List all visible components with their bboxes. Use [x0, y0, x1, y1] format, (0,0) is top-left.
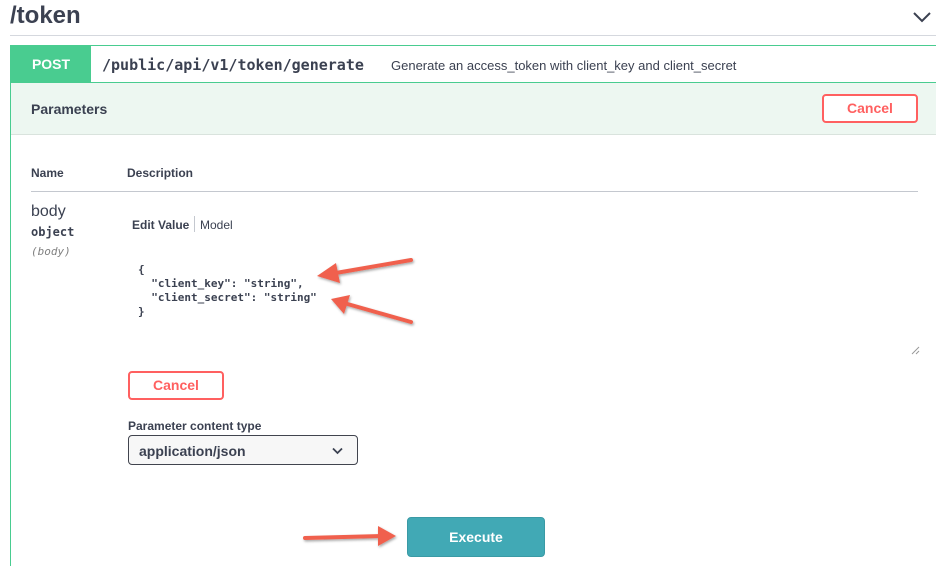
cancel-try-out-button[interactable]: Cancel: [822, 94, 918, 123]
tab-model[interactable]: Model: [200, 218, 233, 232]
body-editor-textarea[interactable]: { "client_key": "string", "client_secret…: [132, 253, 920, 355]
parameters-header: Parameters Cancel: [11, 83, 936, 135]
resize-handle-icon[interactable]: [911, 346, 920, 355]
tag-title: /token: [10, 2, 81, 29]
parameters-title: Parameters: [31, 101, 108, 117]
body-editor-value: { "client_key": "string", "client_secret…: [138, 263, 317, 318]
cancel-button[interactable]: Cancel: [128, 371, 224, 400]
content-type-label: Parameter content type: [128, 419, 262, 433]
parameter-location: (body): [31, 245, 71, 258]
content-type-value: application/json: [139, 443, 246, 459]
column-header-name: Name: [31, 166, 64, 180]
column-divider: [31, 191, 918, 192]
tab-edit-value[interactable]: Edit Value: [132, 218, 189, 232]
content-type-select[interactable]: application/json: [128, 435, 358, 465]
parameter-type: object: [31, 225, 75, 239]
tag-header[interactable]: /token: [10, 0, 936, 36]
operation-description: Generate an access_token with client_key…: [391, 58, 737, 73]
method-badge: POST: [11, 46, 91, 83]
chevron-down-icon: [332, 447, 343, 455]
operation-path: /public/api/v1/token/generate: [102, 56, 364, 74]
parameter-name: body: [31, 203, 66, 220]
column-header-description: Description: [127, 166, 194, 180]
operation-block: POST /public/api/v1/token/generate Gener…: [10, 45, 936, 566]
execute-button[interactable]: Execute: [407, 517, 545, 557]
tab-divider: [194, 216, 195, 232]
chevron-down-icon[interactable]: [912, 10, 932, 24]
operation-summary[interactable]: POST /public/api/v1/token/generate Gener…: [11, 46, 936, 83]
